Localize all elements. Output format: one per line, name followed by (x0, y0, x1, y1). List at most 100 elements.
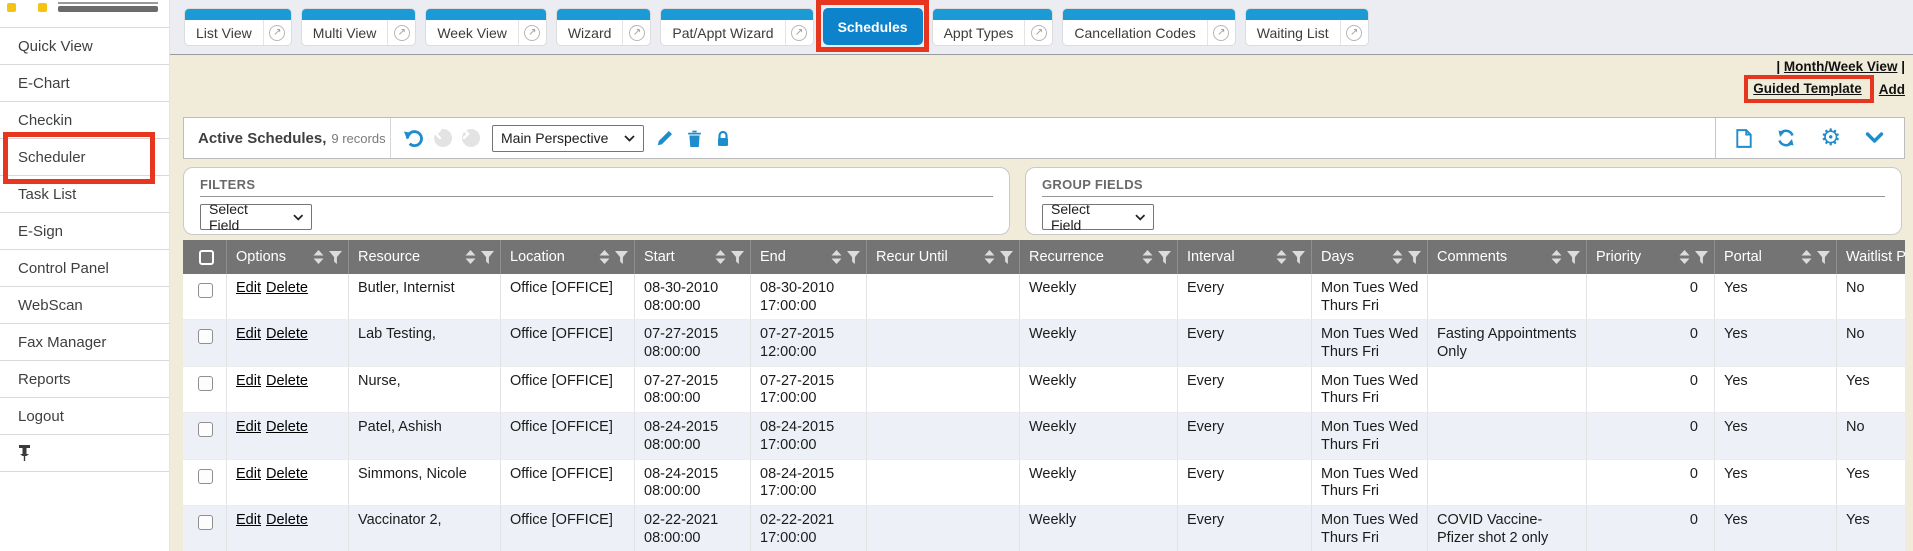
tab-wizard[interactable]: Wizard ↗ (556, 8, 652, 46)
sidebar-item-webscan[interactable]: WebScan (0, 287, 169, 324)
column-header-recur-until[interactable]: Recur Until (867, 240, 1020, 274)
new-document-button[interactable] (1736, 129, 1752, 148)
sort-icon[interactable] (465, 250, 476, 264)
column-header-recurrence[interactable]: Recurrence (1020, 240, 1178, 274)
sidebar-item-fax-manager[interactable]: Fax Manager (0, 324, 169, 361)
tab-multi-view[interactable]: Multi View ↗ (301, 8, 417, 46)
sort-icon[interactable] (1142, 250, 1153, 264)
column-header-days[interactable]: Days (1312, 240, 1428, 274)
row-checkbox[interactable] (198, 515, 213, 530)
sort-icon[interactable] (715, 250, 726, 264)
sort-icon[interactable] (1679, 250, 1690, 264)
sidebar-item-task-list[interactable]: Task List (0, 176, 169, 213)
filter-funnel-icon[interactable] (1158, 251, 1171, 264)
settings-button[interactable]: ⚙ (1820, 127, 1841, 150)
collapse-button[interactable] (1865, 132, 1884, 144)
filter-funnel-icon[interactable] (847, 251, 860, 264)
tab-schedules[interactable]: Schedules (823, 8, 923, 45)
sort-icon[interactable] (599, 250, 610, 264)
sort-icon[interactable] (1276, 250, 1287, 264)
lock-perspective-button[interactable] (716, 130, 730, 147)
tab-waiting-list[interactable]: Waiting List ↗ (1245, 8, 1369, 46)
delete-link[interactable]: Delete (266, 466, 308, 482)
sort-icon[interactable] (831, 250, 842, 264)
sidebar-item-quick-view[interactable]: Quick View (0, 28, 169, 65)
column-header-priority[interactable]: Priority (1587, 240, 1715, 274)
sidebar-item-e-chart[interactable]: E-Chart (0, 65, 169, 102)
filter-funnel-icon[interactable] (329, 251, 342, 264)
edit-link[interactable]: Edit (236, 512, 261, 528)
delete-link[interactable]: Delete (266, 280, 308, 296)
column-header-waitlist[interactable]: Waitlist Po (1837, 240, 1905, 274)
sidebar-item-e-sign[interactable]: E-Sign (0, 213, 169, 250)
sidebar-item-reports[interactable]: Reports (0, 361, 169, 398)
filters-field-select[interactable]: Select Field (200, 204, 312, 230)
edit-link[interactable]: Edit (236, 419, 261, 435)
edit-link[interactable]: Edit (236, 373, 261, 389)
sort-icon[interactable] (984, 250, 995, 264)
filter-funnel-icon[interactable] (615, 251, 628, 264)
delete-perspective-button[interactable] (687, 130, 702, 147)
edit-link[interactable]: Edit (236, 466, 261, 482)
add-link[interactable]: Add (1879, 82, 1905, 97)
delete-link[interactable]: Delete (266, 326, 308, 342)
tab-appt-types[interactable]: Appt Types ↗ (932, 8, 1054, 46)
filter-funnel-icon[interactable] (731, 251, 744, 264)
edit-perspective-button[interactable] (656, 130, 673, 147)
column-header-resource[interactable]: Resource (349, 240, 501, 274)
column-header-portal[interactable]: Portal (1715, 240, 1837, 274)
tab-help-button[interactable]: ↗ (1207, 20, 1235, 45)
tab-help-button[interactable]: ↗ (387, 20, 415, 45)
tab-help-button[interactable]: ↗ (263, 20, 291, 45)
column-header-end[interactable]: End (751, 240, 867, 274)
tab-pat-appt-wizard[interactable]: Pat/Appt Wizard ↗ (660, 8, 813, 46)
forward-button[interactable] (462, 129, 480, 147)
sidebar-item-logout[interactable]: Logout (0, 398, 169, 435)
filter-funnel-icon[interactable] (1695, 251, 1708, 264)
row-checkbox[interactable] (198, 469, 213, 484)
delete-link[interactable]: Delete (266, 419, 308, 435)
sidebar-pin-button[interactable] (0, 435, 169, 472)
sidebar-item-checkin[interactable]: Checkin (0, 102, 169, 139)
edit-link[interactable]: Edit (236, 326, 261, 342)
perspective-select[interactable]: Main Perspective (492, 125, 644, 152)
tab-help-button[interactable]: ↗ (518, 20, 546, 45)
tab-help-button[interactable]: ↗ (622, 20, 650, 45)
filter-funnel-icon[interactable] (1292, 251, 1305, 264)
column-header-options[interactable]: Options (227, 240, 349, 274)
tab-cancellation-codes[interactable]: Cancellation Codes ↗ (1062, 8, 1235, 46)
filter-funnel-icon[interactable] (1817, 251, 1830, 264)
tab-help-button[interactable]: ↗ (785, 20, 813, 45)
column-header-comments[interactable]: Comments (1428, 240, 1587, 274)
column-header-start[interactable]: Start (635, 240, 751, 274)
sort-icon[interactable] (313, 250, 324, 264)
group-fields-select[interactable]: Select Field (1042, 204, 1154, 230)
row-checkbox[interactable] (198, 283, 213, 298)
back-button[interactable] (434, 129, 452, 147)
refresh-button[interactable] (1776, 129, 1796, 147)
delete-link[interactable]: Delete (266, 512, 308, 528)
tab-list-view[interactable]: List View ↗ (184, 8, 292, 46)
sidebar-item-control-panel[interactable]: Control Panel (0, 250, 169, 287)
column-header-location[interactable]: Location (501, 240, 635, 274)
undo-button[interactable] (403, 129, 424, 148)
select-all-checkbox[interactable] (199, 250, 214, 265)
sidebar-item-scheduler[interactable]: Scheduler (0, 139, 169, 176)
filter-funnel-icon[interactable] (1000, 251, 1013, 264)
row-checkbox[interactable] (198, 376, 213, 391)
sort-icon[interactable] (1392, 250, 1403, 264)
filter-funnel-icon[interactable] (1408, 251, 1421, 264)
row-checkbox[interactable] (198, 329, 213, 344)
guided-template-link[interactable]: Guided Template (1753, 81, 1862, 96)
column-header-interval[interactable]: Interval (1178, 240, 1312, 274)
sort-icon[interactable] (1801, 250, 1812, 264)
tab-week-view[interactable]: Week View ↗ (425, 8, 547, 46)
sort-icon[interactable] (1551, 250, 1562, 264)
filter-funnel-icon[interactable] (481, 251, 494, 264)
delete-link[interactable]: Delete (266, 373, 308, 389)
tab-help-button[interactable]: ↗ (1024, 20, 1052, 45)
edit-link[interactable]: Edit (236, 280, 261, 296)
row-checkbox[interactable] (198, 422, 213, 437)
month-week-view-link[interactable]: Month/Week View (1784, 59, 1898, 74)
tab-help-button[interactable]: ↗ (1340, 20, 1368, 45)
